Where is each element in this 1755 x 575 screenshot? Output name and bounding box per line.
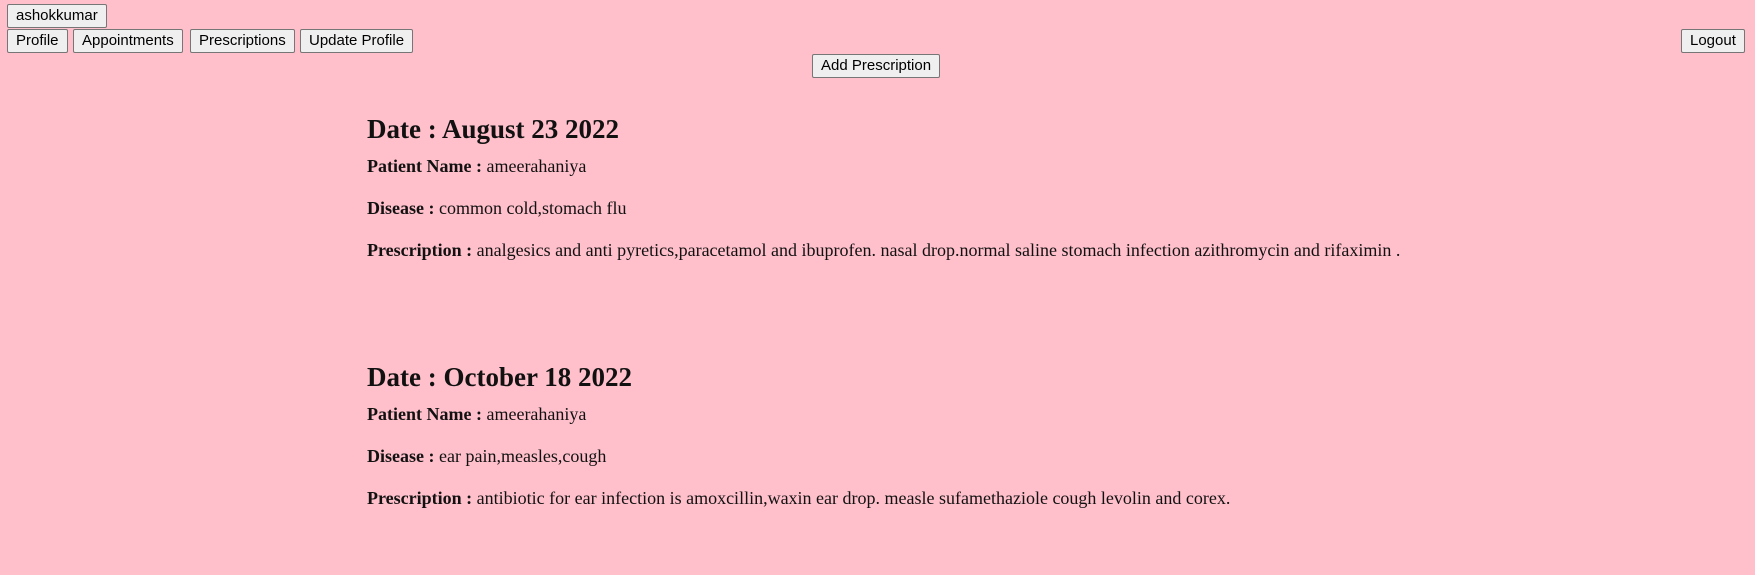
patient-name-value: ameerahaniya (486, 156, 587, 176)
patient-name-label: Patient Name : (367, 156, 482, 176)
prescription-date-heading: Date : August 23 2022 (367, 114, 620, 144)
nav-appointments-button[interactable]: Appointments (73, 29, 183, 53)
prescription-date-heading: Date : October 18 2022 (367, 362, 632, 392)
prescription-record: Date : October 18 2022 Patient Name : am… (367, 357, 1417, 509)
prescription-label: Prescription : (367, 488, 473, 508)
patient-name-row: Patient Name : ameerahaniya (367, 403, 1417, 425)
username-button[interactable]: ashokkumar (7, 4, 107, 28)
prescription-label: Prescription : (367, 240, 473, 260)
patient-name-value: ameerahaniya (486, 404, 587, 424)
disease-value: ear pain,measles,cough (438, 446, 607, 466)
disease-row: Disease : ear pain,measles,cough (367, 445, 1417, 467)
add-prescription-button[interactable]: Add Prescription (812, 54, 941, 78)
patient-name-label: Patient Name : (367, 404, 482, 424)
prescription-row: Prescription : analgesics and anti pyret… (367, 239, 1417, 261)
disease-label: Disease : (367, 446, 435, 466)
prescription-value: antibiotic for ear infection is amoxcill… (476, 488, 1231, 508)
disease-label: Disease : (367, 198, 435, 218)
disease-row: Disease : common cold,stomach flu (367, 197, 1417, 219)
nav-profile-button[interactable]: Profile (7, 29, 68, 53)
nav-update-profile-button[interactable]: Update Profile (300, 29, 414, 53)
logout-button[interactable]: Logout (1681, 29, 1745, 53)
prescription-row: Prescription : antibiotic for ear infect… (367, 487, 1417, 509)
patient-name-row: Patient Name : ameerahaniya (367, 155, 1417, 177)
disease-value: common cold,stomach flu (438, 198, 627, 218)
nav-prescriptions-button[interactable]: Prescriptions (190, 29, 295, 53)
prescription-value: analgesics and anti pyretics,paracetamol… (476, 240, 1401, 260)
prescription-record: Date : August 23 2022 Patient Name : ame… (367, 109, 1417, 261)
